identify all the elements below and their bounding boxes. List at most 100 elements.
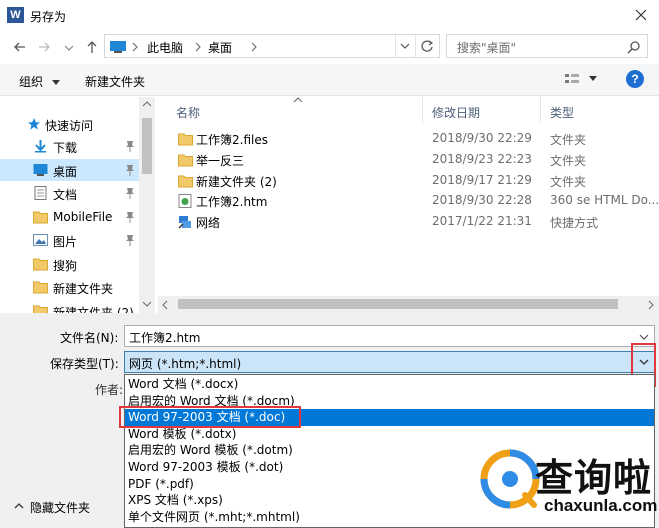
watermark-subtitle: chaxunla.com [544, 496, 658, 515]
filetype-option[interactable]: Word 模板 (*.dotx) [125, 426, 654, 443]
nav-item[interactable]: MobileFile [0, 206, 140, 228]
file-type: 文件夹 [550, 133, 587, 147]
column-header-name[interactable]: 名称 [176, 104, 200, 121]
nav-item-label: 新建文件夹 [53, 282, 114, 296]
nav-item[interactable]: 搜狗 [0, 253, 140, 275]
breadcrumb-this-pc[interactable]: 此电脑 [147, 39, 183, 56]
chevron-up-icon [14, 503, 24, 509]
chevron-down-icon[interactable] [638, 357, 650, 367]
nav-scroll-thumb[interactable] [142, 118, 152, 174]
file-type: 文件夹 [550, 153, 587, 168]
nav-item[interactable]: 图片 [0, 229, 140, 251]
close-button[interactable] [628, 3, 654, 27]
nav-item-label: 桌面 [53, 164, 78, 179]
nav-item[interactable]: 新建文件夹 (2) [0, 300, 140, 314]
folder-icon [33, 280, 48, 294]
forward-button[interactable] [34, 37, 54, 57]
author-label: 作者: [95, 383, 124, 397]
file-row[interactable]: 网络 2017/1/22 21:31 快捷方式 [158, 211, 659, 232]
dropdown-arrow-icon[interactable] [589, 76, 597, 82]
chevron-right-icon [195, 42, 201, 52]
pin-icon [124, 163, 136, 177]
help-button[interactable]: ? [626, 70, 644, 88]
address-bar[interactable]: 此电脑 桌面 [104, 34, 440, 58]
download-arrow-icon [33, 139, 48, 153]
document-icon [33, 186, 48, 200]
view-options-icon[interactable] [564, 72, 580, 86]
organize-label: 组织 [19, 75, 44, 89]
dropdown-arrow-icon [51, 79, 60, 85]
nav-item[interactable]: 新建文件夹 [0, 276, 140, 298]
scroll-left-icon[interactable] [162, 300, 168, 310]
column-header-type[interactable]: 类型 [550, 104, 574, 121]
refresh-icon[interactable] [420, 39, 434, 53]
file-type: 360 se HTML Do... [550, 193, 659, 208]
chevron-down-icon[interactable] [399, 40, 411, 52]
search-placeholder: 搜索"桌面" [457, 41, 517, 55]
nav-item-label: MobileFile [53, 209, 113, 224]
this-pc-icon [110, 41, 126, 53]
arrow-left-icon [14, 42, 25, 52]
picture-icon [33, 233, 48, 247]
file-date: 2018/9/23 22:23 [432, 151, 532, 166]
recent-locations-button[interactable] [62, 37, 82, 57]
folder-icon [33, 304, 48, 313]
search-box[interactable]: 搜索"桌面" [446, 34, 648, 58]
scroll-down-icon[interactable] [142, 301, 152, 307]
folder-icon [178, 153, 193, 167]
close-icon [635, 9, 647, 21]
up-button[interactable] [82, 37, 102, 57]
breadcrumb-desktop[interactable]: 桌面 [208, 39, 232, 56]
file-name: 新建文件夹 (2) [196, 174, 277, 189]
back-button[interactable] [10, 37, 30, 57]
filename-value: 工作簿2.htm [129, 331, 201, 345]
filetype-label: 保存类型(T): [50, 357, 119, 371]
file-row[interactable]: 工作簿2.htm 2018/9/30 22:28 360 se HTML Do... [158, 190, 659, 211]
nav-item-label: 文档 [53, 188, 78, 202]
toolbar: 组织 新建文件夹 ? [0, 64, 659, 96]
file-type: 快捷方式 [550, 216, 599, 231]
watermark-title: 查询啦 [535, 456, 653, 500]
horizontal-scroll-thumb[interactable] [178, 299, 618, 309]
scroll-right-icon[interactable] [648, 300, 654, 310]
file-row[interactable]: 举一反三 2018/9/23 22:23 文件夹 [158, 149, 659, 170]
folder-icon [33, 257, 48, 271]
folder-icon [178, 132, 193, 146]
hide-folders-toggle[interactable] [14, 502, 24, 510]
sort-ascending-icon [293, 97, 303, 103]
highlight-box-doc-option [119, 406, 301, 428]
file-date: 2017/1/22 21:31 [432, 214, 532, 229]
organize-button[interactable]: 组织 [19, 73, 60, 90]
filename-label: 文件名(N): [60, 331, 119, 345]
file-date: 2018/9/17 21:29 [432, 172, 532, 187]
nav-quick-access[interactable]: 快速访问 [0, 113, 140, 135]
nav-item-label: 搜狗 [53, 258, 78, 273]
star-icon [28, 118, 40, 130]
search-icon [627, 41, 640, 54]
filetype-select[interactable]: 网页 (*.htm;*.html) [124, 351, 655, 373]
file-name: 网络 [196, 216, 221, 231]
network-shortcut-icon [178, 215, 192, 229]
column-header-date[interactable]: 修改日期 [432, 104, 480, 121]
file-name: 举一反三 [196, 153, 245, 168]
file-row[interactable]: 工作簿2.files 2018/9/30 22:29 文件夹 [158, 128, 659, 149]
new-folder-button[interactable]: 新建文件夹 [85, 73, 145, 90]
arrow-up-icon [87, 41, 97, 53]
file-name: 工作簿2.files [196, 133, 268, 147]
hide-folders-label[interactable]: 隐藏文件夹 [30, 499, 90, 516]
pin-icon [124, 210, 136, 224]
pin-icon [124, 186, 136, 200]
nav-item[interactable]: 桌面 [0, 158, 140, 181]
file-name: 工作簿2.htm [196, 195, 268, 210]
nav-item[interactable]: 文档 [0, 182, 140, 204]
nav-item[interactable]: 下载 [0, 135, 140, 157]
nav-item-label: 新建文件夹 (2) [53, 305, 134, 314]
file-type: 文件夹 [550, 174, 587, 189]
filename-field[interactable]: 工作簿2.htm [124, 325, 655, 347]
filetype-option[interactable]: Word 文档 (*.docx) [125, 376, 654, 393]
file-row[interactable]: 新建文件夹 (2) 2018/9/17 21:29 文件夹 [158, 170, 659, 191]
nav-quick-access-label: 快速访问 [45, 119, 94, 133]
scroll-up-icon[interactable] [142, 101, 152, 107]
chevron-down-icon[interactable] [638, 332, 650, 342]
folder-icon [33, 210, 48, 224]
